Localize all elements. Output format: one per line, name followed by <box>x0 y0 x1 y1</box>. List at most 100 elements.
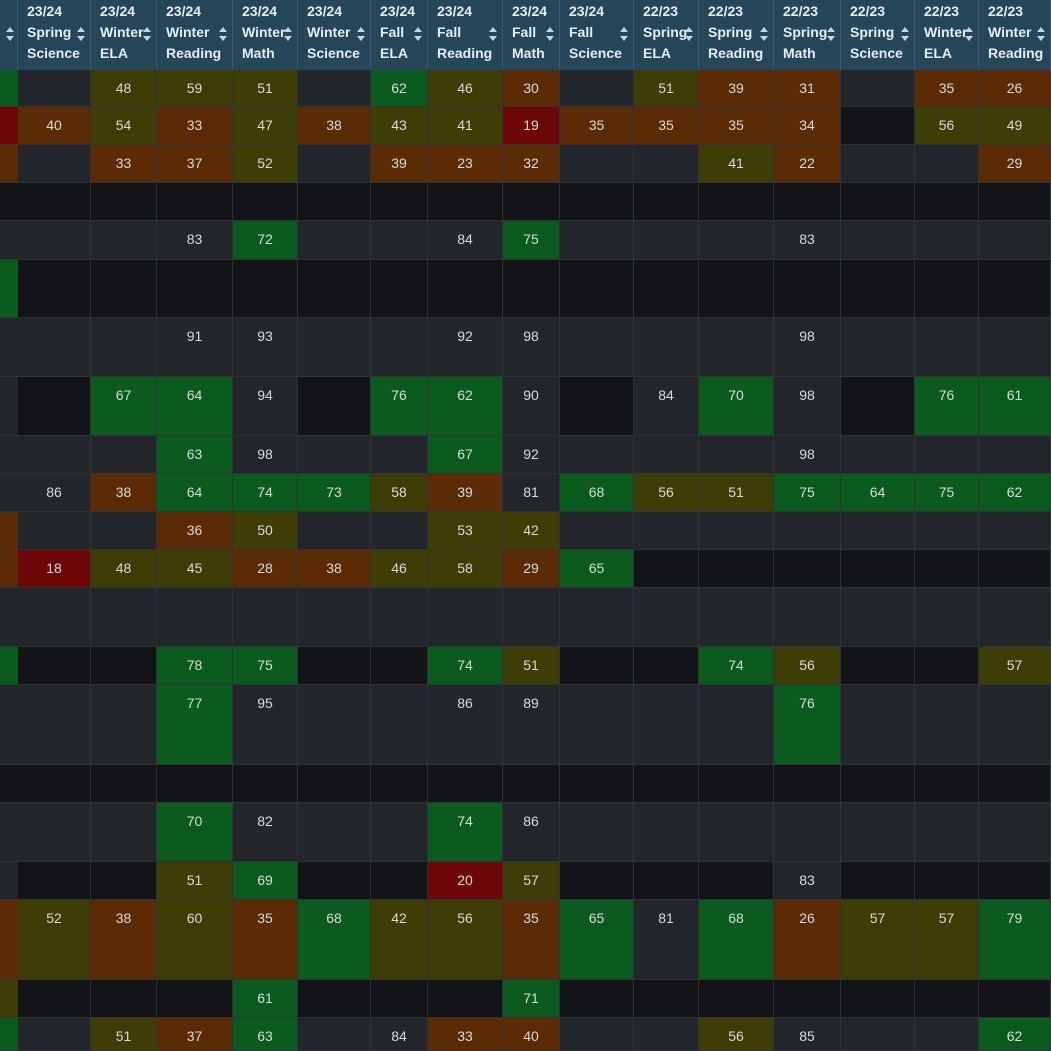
sort-arrows-icon[interactable] <box>414 27 422 41</box>
score-cell[interactable]: 63 <box>233 1018 298 1051</box>
empty-cell[interactable] <box>979 862 1051 900</box>
empty-cell[interactable] <box>18 70 91 107</box>
empty-cell[interactable] <box>560 862 634 900</box>
score-cell[interactable]: 31 <box>774 70 841 107</box>
empty-cell[interactable] <box>560 260 634 318</box>
score-cell[interactable]: 56 <box>699 1018 774 1051</box>
empty-cell[interactable] <box>841 862 915 900</box>
empty-cell[interactable] <box>634 550 699 588</box>
empty-cell[interactable] <box>428 980 503 1018</box>
empty-cell[interactable] <box>774 980 841 1018</box>
empty-cell[interactable] <box>503 588 560 647</box>
score-cell[interactable]: 93 <box>233 318 298 377</box>
empty-cell[interactable] <box>915 588 979 647</box>
score-cell[interactable]: 51 <box>157 862 233 900</box>
empty-cell[interactable] <box>979 980 1051 1018</box>
sort-arrows-icon[interactable] <box>284 27 292 41</box>
empty-cell[interactable] <box>371 685 428 765</box>
empty-cell[interactable] <box>915 318 979 377</box>
score-cell[interactable]: 72 <box>233 221 298 260</box>
empty-cell[interactable] <box>91 221 157 260</box>
score-cell[interactable]: 30 <box>503 70 560 107</box>
empty-cell[interactable] <box>979 685 1051 765</box>
score-cell[interactable]: 42 <box>503 512 560 550</box>
score-cell[interactable]: 22 <box>774 145 841 183</box>
score-cell[interactable]: 62 <box>371 70 428 107</box>
empty-cell[interactable] <box>298 70 371 107</box>
empty-cell[interactable] <box>841 436 915 474</box>
sort-arrows-icon[interactable] <box>489 27 497 41</box>
empty-cell[interactable] <box>774 550 841 588</box>
score-cell[interactable]: 67 <box>91 377 157 436</box>
score-cell[interactable]: 67 <box>428 436 503 474</box>
empty-cell[interactable] <box>699 260 774 318</box>
empty-cell[interactable] <box>371 260 428 318</box>
score-cell[interactable]: 26 <box>979 70 1051 107</box>
column-header[interactable]: 23/24 Winter Reading <box>157 0 233 70</box>
empty-cell[interactable] <box>233 260 298 318</box>
empty-cell[interactable] <box>634 512 699 550</box>
empty-cell[interactable] <box>298 685 371 765</box>
empty-cell[interactable] <box>634 980 699 1018</box>
score-cell[interactable]: 58 <box>371 474 428 512</box>
empty-cell[interactable] <box>91 260 157 318</box>
score-cell[interactable]: 65 <box>560 550 634 588</box>
score-cell[interactable]: 81 <box>634 900 699 980</box>
empty-cell[interactable] <box>371 183 428 221</box>
column-header[interactable]: 23/24 Fall ELA <box>371 0 428 70</box>
score-cell[interactable]: 84 <box>371 1018 428 1051</box>
empty-cell[interactable] <box>634 260 699 318</box>
score-cell[interactable]: 64 <box>157 377 233 436</box>
score-cell[interactable]: 75 <box>233 647 298 685</box>
score-cell[interactable]: 33 <box>428 1018 503 1051</box>
empty-cell[interactable] <box>371 588 428 647</box>
score-cell[interactable]: 42 <box>371 900 428 980</box>
score-cell[interactable]: 51 <box>699 474 774 512</box>
empty-cell[interactable] <box>915 647 979 685</box>
score-cell[interactable]: 40 <box>18 107 91 145</box>
empty-cell[interactable] <box>634 145 699 183</box>
score-cell[interactable]: 46 <box>428 70 503 107</box>
empty-cell[interactable] <box>699 436 774 474</box>
empty-cell[interactable] <box>915 260 979 318</box>
empty-cell[interactable] <box>91 436 157 474</box>
score-cell[interactable]: 81 <box>503 474 560 512</box>
empty-cell[interactable] <box>979 512 1051 550</box>
empty-cell[interactable] <box>841 647 915 685</box>
score-cell[interactable]: 57 <box>979 647 1051 685</box>
empty-cell[interactable] <box>979 183 1051 221</box>
empty-cell[interactable] <box>634 862 699 900</box>
empty-cell[interactable] <box>841 512 915 550</box>
empty-cell[interactable] <box>91 803 157 862</box>
empty-cell[interactable] <box>18 803 91 862</box>
empty-cell[interactable] <box>841 221 915 260</box>
column-header[interactable]: 22/23 Spring Reading <box>699 0 774 70</box>
score-cell[interactable]: 56 <box>634 474 699 512</box>
empty-cell[interactable] <box>157 260 233 318</box>
score-cell[interactable]: 76 <box>774 685 841 765</box>
sort-arrows-icon[interactable] <box>77 27 85 41</box>
empty-cell[interactable] <box>915 436 979 474</box>
empty-cell[interactable] <box>915 803 979 862</box>
empty-cell[interactable] <box>774 765 841 803</box>
column-header[interactable]: 23/24 Winter Math <box>233 0 298 70</box>
score-cell[interactable]: 98 <box>774 436 841 474</box>
sort-arrows-icon[interactable] <box>620 27 628 41</box>
empty-cell[interactable] <box>979 765 1051 803</box>
sort-arrows-icon[interactable] <box>827 27 835 41</box>
column-header[interactable]: 22/23 Spring ELA <box>634 0 699 70</box>
empty-cell[interactable] <box>841 107 915 145</box>
score-cell[interactable]: 18 <box>18 550 91 588</box>
empty-cell[interactable] <box>560 70 634 107</box>
empty-cell[interactable] <box>18 145 91 183</box>
score-cell[interactable]: 56 <box>915 107 979 145</box>
empty-cell[interactable] <box>18 183 91 221</box>
empty-cell[interactable] <box>699 685 774 765</box>
empty-cell[interactable] <box>298 145 371 183</box>
empty-cell[interactable] <box>915 512 979 550</box>
empty-cell[interactable] <box>560 588 634 647</box>
sort-arrows-icon[interactable] <box>1037 27 1045 41</box>
empty-cell[interactable] <box>979 318 1051 377</box>
empty-cell[interactable] <box>560 1018 634 1051</box>
empty-cell[interactable] <box>979 588 1051 647</box>
